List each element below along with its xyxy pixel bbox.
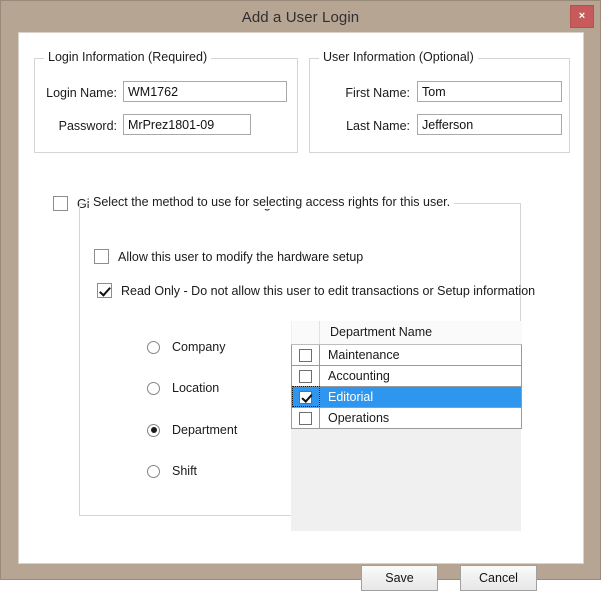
grid-header-check [292,321,320,344]
table-row[interactable]: Operations [292,407,522,428]
checkbox-checked-icon[interactable] [97,283,112,298]
read-only-checkbox-row[interactable]: Read Only - Do not allow this user to ed… [97,283,535,298]
checkbox-checked-icon[interactable] [299,391,312,404]
cancel-button[interactable]: Cancel [460,565,537,591]
department-grid: Department Name Maintenance Acco [291,321,522,429]
user-information-group: User Information (Optional) [309,58,570,153]
checkbox-icon[interactable] [299,412,312,425]
radio-department[interactable]: Department [147,423,237,437]
close-icon[interactable]: × [570,5,594,28]
title-bar: Add a User Login [1,1,600,33]
user-information-legend: User Information (Optional) [319,50,478,64]
hardware-setup-checkbox-row[interactable]: Allow this user to modify the hardware s… [94,249,363,264]
save-button[interactable]: Save [361,565,438,591]
row-checkbox-cell[interactable] [292,407,320,428]
checkbox-icon[interactable] [299,349,312,362]
radio-icon[interactable] [147,341,160,354]
radio-shift-label: Shift [172,464,197,478]
hardware-setup-label: Allow this user to modify the hardware s… [118,250,363,264]
dialog-title: Add a User Login [242,9,360,26]
row-name-cell[interactable]: Editorial [320,386,522,407]
radio-selected-icon[interactable] [147,424,160,437]
login-name-input[interactable] [123,81,287,102]
radio-icon[interactable] [147,382,160,395]
login-information-legend: Login Information (Required) [44,50,211,64]
row-name-cell[interactable]: Operations [320,407,522,428]
password-input[interactable] [123,114,251,135]
grid-header-row: Department Name [292,321,522,344]
dialog-window: Add a User Login × Login Information (Re… [0,0,601,580]
row-name-cell[interactable]: Maintenance [320,344,522,365]
radio-shift[interactable]: Shift [147,464,197,478]
table-row-selected[interactable]: Editorial [292,386,522,407]
row-checkbox-cell[interactable] [292,386,320,407]
checkbox-icon[interactable] [94,249,109,264]
table-row[interactable]: Accounting [292,365,522,386]
radio-icon[interactable] [147,465,160,478]
radio-company-label: Company [172,340,226,354]
radio-company[interactable]: Company [147,340,226,354]
password-label: Password: [41,119,117,133]
department-list-panel: Department Name Maintenance Acco [291,321,521,531]
row-checkbox-cell[interactable] [292,365,320,386]
radio-location-label: Location [172,381,219,395]
last-name-label: Last Name: [316,119,410,133]
login-information-group: Login Information (Required) [34,58,298,153]
checkbox-icon[interactable] [299,370,312,383]
checkbox-icon[interactable] [53,196,68,211]
access-method-legend: Select the method to use for selecting a… [89,195,454,209]
row-checkbox-cell[interactable] [292,344,320,365]
first-name-input[interactable] [417,81,562,102]
table-row[interactable]: Maintenance [292,344,522,365]
radio-location[interactable]: Location [147,381,219,395]
row-name-cell[interactable]: Accounting [320,365,522,386]
grid-header-name: Department Name [320,321,522,344]
first-name-label: First Name: [316,86,410,100]
login-name-label: Login Name: [41,86,117,100]
radio-department-label: Department [172,423,237,437]
last-name-input[interactable] [417,114,562,135]
read-only-label: Read Only - Do not allow this user to ed… [121,284,535,298]
dialog-body: Login Information (Required) Login Name:… [18,32,584,564]
